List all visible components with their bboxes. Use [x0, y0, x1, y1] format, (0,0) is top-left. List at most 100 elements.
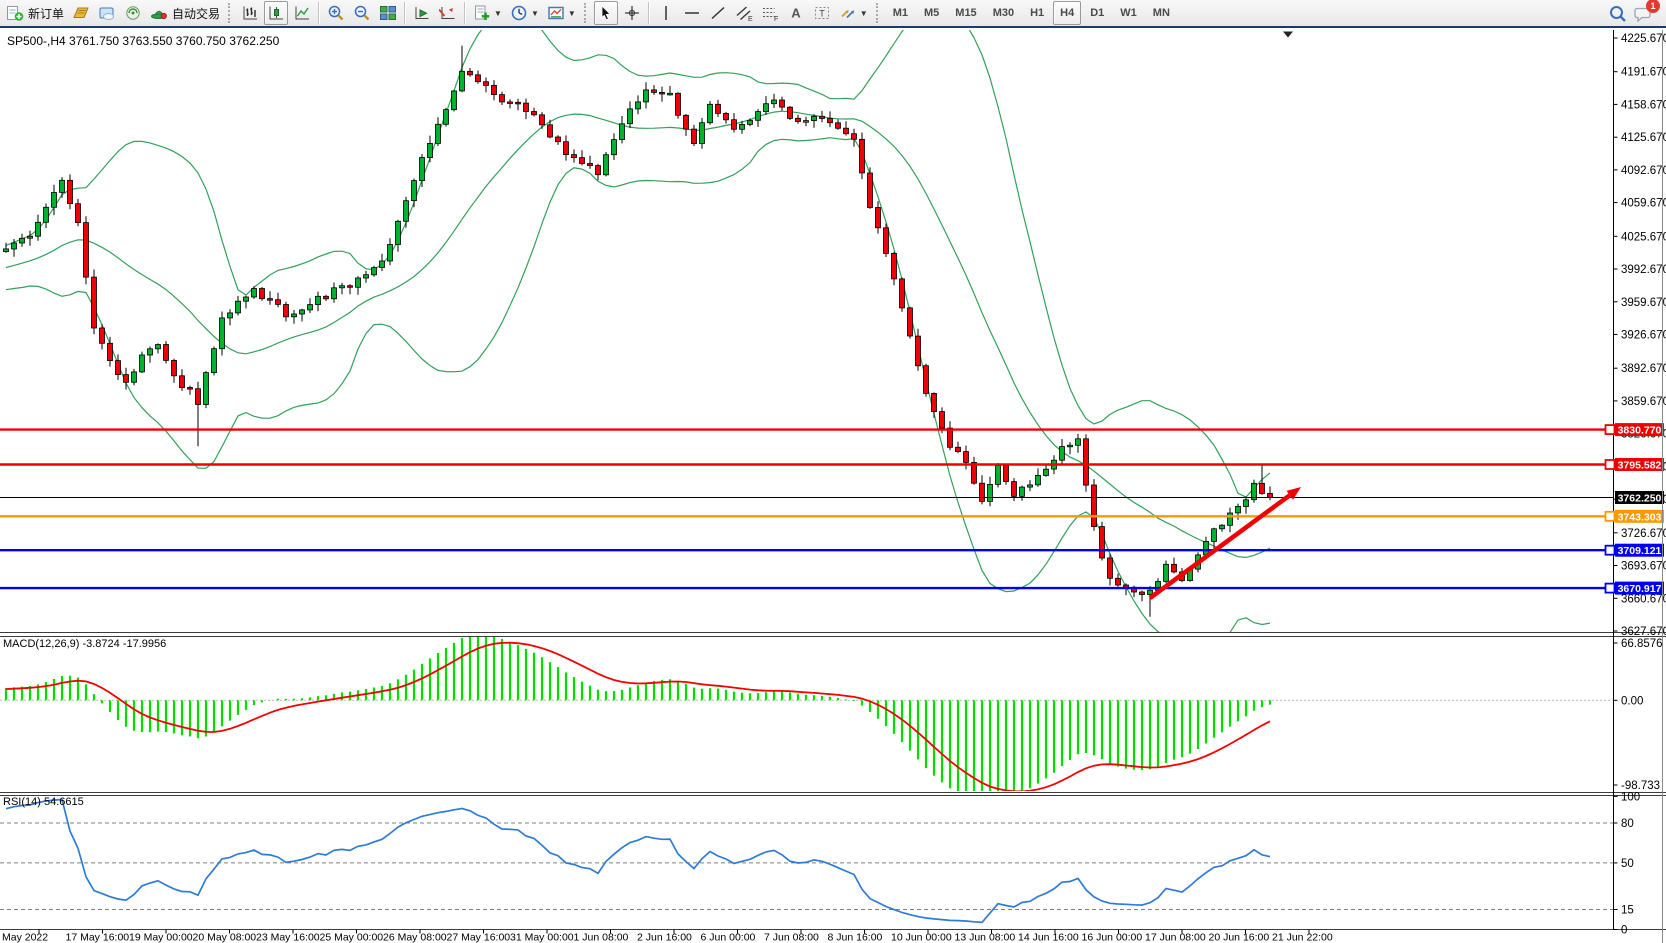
timeframe-m30-button[interactable]: M30	[986, 1, 1021, 25]
text-button[interactable]: A	[784, 1, 808, 25]
svg-text:4059.670: 4059.670	[1621, 198, 1666, 210]
tile-windows-button[interactable]	[376, 1, 400, 25]
button-label: H4	[1056, 7, 1078, 19]
periods-button[interactable]: ▼	[507, 1, 542, 25]
cursor-icon	[597, 4, 615, 22]
line-chart-button[interactable]	[290, 1, 314, 25]
svg-text:100: 100	[1621, 791, 1640, 803]
svg-text:4191.670: 4191.670	[1621, 67, 1666, 79]
crosshair-icon	[623, 4, 641, 22]
button-label: 新订单	[28, 5, 64, 22]
dropdown-caret-icon[interactable]: ▼	[568, 9, 576, 18]
dropdown-caret-icon[interactable]: ▼	[860, 9, 868, 18]
timeframe-m1-button[interactable]: M1	[886, 1, 915, 25]
svg-text:17 May 16:00: 17 May 16:00	[66, 932, 130, 943]
main-toolbar: 新订单 自动交易 ▼ ▼ ▼ E F AT ▼ M1 M5 M15M30 H1 H4 D1 W1 MN 1	[0, 0, 1666, 28]
dropdown-caret-icon[interactable]: ▼	[494, 9, 502, 18]
toolbar-separator	[404, 2, 406, 24]
label-button[interactable]: T	[810, 1, 834, 25]
label-icon: T	[813, 4, 831, 22]
templates-button[interactable]: ▼	[544, 1, 579, 25]
vertical-line-button[interactable]	[654, 1, 678, 25]
horizontal-line-button[interactable]	[680, 1, 704, 25]
svg-text:A: A	[791, 6, 801, 21]
svg-text:23 May 16:00: 23 May 16:00	[256, 932, 320, 943]
chart-background	[0, 30, 1666, 943]
timeframe-m15-button[interactable]: M15	[948, 1, 983, 25]
price-chart[interactable]: 4225.6704191.6704158.6704125.6704092.670…	[0, 30, 1666, 943]
equidistant-channel-button[interactable]: E	[732, 1, 756, 25]
svg-text:3959.670: 3959.670	[1621, 297, 1666, 309]
svg-text:13 Jun 08:00: 13 Jun 08:00	[955, 932, 1016, 943]
timeframe-mn-button[interactable]: MN	[1146, 1, 1177, 25]
svg-text:20 Jun 16:00: 20 Jun 16:00	[1209, 932, 1270, 943]
button-label: H1	[1026, 7, 1048, 19]
auto-scroll-button[interactable]	[410, 1, 434, 25]
svg-text:3726.670: 3726.670	[1621, 528, 1666, 540]
templates-icon	[547, 4, 565, 22]
button-label: W1	[1116, 7, 1141, 19]
svg-text:2 Jun 16:00: 2 Jun 16:00	[637, 932, 692, 943]
svg-text:0: 0	[1621, 925, 1627, 937]
svg-text:4125.670: 4125.670	[1621, 132, 1666, 144]
timeframe-h4-button[interactable]: H4	[1053, 1, 1081, 25]
navigator-button[interactable]	[121, 1, 145, 25]
svg-text:31 May 00:00: 31 May 00:00	[510, 932, 574, 943]
button-label: M5	[920, 7, 943, 19]
crosshair-button[interactable]	[620, 1, 644, 25]
svg-text:3762.250: 3762.250	[1618, 493, 1662, 505]
trendline-button[interactable]	[706, 1, 730, 25]
market-watch-button[interactable]	[69, 1, 93, 25]
bar-chart-button[interactable]	[238, 1, 262, 25]
time-axis[interactable]: May 202217 May 16:0019 May 00:0020 May 0…	[2, 930, 1333, 943]
search-icon	[1608, 4, 1626, 22]
new-order-button[interactable]: 新订单	[3, 1, 67, 25]
timeframe-w1-button[interactable]: W1	[1113, 1, 1144, 25]
button-label: D1	[1086, 7, 1108, 19]
timeframe-d1-button[interactable]: D1	[1083, 1, 1111, 25]
market-watch-icon	[72, 4, 90, 22]
chart-shift-icon	[439, 4, 457, 22]
svg-text:20 May 08:00: 20 May 08:00	[193, 932, 257, 943]
chart-window[interactable]: 4225.6704191.6704158.6704125.6704092.670…	[0, 30, 1666, 943]
button-label: 自动交易	[172, 5, 220, 22]
button-label: MN	[1149, 7, 1174, 19]
shapes-icon	[839, 4, 857, 22]
chat-button[interactable]: 1	[1631, 1, 1655, 25]
zoom-out-icon	[353, 4, 371, 22]
auto-trading-button[interactable]: 自动交易	[147, 1, 223, 25]
svg-text:4158.670: 4158.670	[1621, 99, 1666, 111]
chart-shift-button[interactable]	[436, 1, 460, 25]
search-button[interactable]	[1605, 1, 1629, 25]
dropdown-caret-icon[interactable]: ▼	[531, 9, 539, 18]
svg-text:66.8576: 66.8576	[1621, 638, 1663, 650]
notification-badge: 1	[1646, 0, 1660, 13]
toolbar-gripper	[228, 3, 233, 23]
svg-text:27 May 16:00: 27 May 16:00	[447, 932, 511, 943]
svg-text:E: E	[748, 16, 753, 22]
cursor-button[interactable]	[594, 1, 618, 25]
svg-text:3830.770: 3830.770	[1618, 425, 1662, 437]
svg-text:6 Jun 00:00: 6 Jun 00:00	[701, 932, 756, 943]
svg-text:F: F	[774, 16, 778, 22]
line-chart-icon	[293, 4, 311, 22]
tile-windows-icon	[379, 4, 397, 22]
svg-text:8 Jun 16:00: 8 Jun 16:00	[828, 932, 883, 943]
svg-text:21 Jun 22:00: 21 Jun 22:00	[1272, 932, 1333, 943]
zoom-out-button[interactable]	[350, 1, 374, 25]
fibonacci-button[interactable]: F	[758, 1, 782, 25]
indicators-button[interactable]: ▼	[470, 1, 505, 25]
fibonacci-icon: F	[761, 4, 779, 22]
toolbar-separator	[464, 2, 466, 24]
shapes-button[interactable]: ▼	[836, 1, 871, 25]
data-window-button[interactable]	[95, 1, 119, 25]
timeframe-m5-button[interactable]: M5	[917, 1, 946, 25]
auto-scroll-icon	[413, 4, 431, 22]
navigator-icon	[124, 4, 142, 22]
svg-text:80: 80	[1621, 818, 1634, 830]
svg-text:4225.670: 4225.670	[1621, 33, 1666, 45]
zoom-in-button[interactable]	[324, 1, 348, 25]
timeframe-h1-button[interactable]: H1	[1023, 1, 1051, 25]
svg-text:3693.670: 3693.670	[1621, 561, 1666, 573]
candlestick-button[interactable]	[264, 1, 288, 25]
